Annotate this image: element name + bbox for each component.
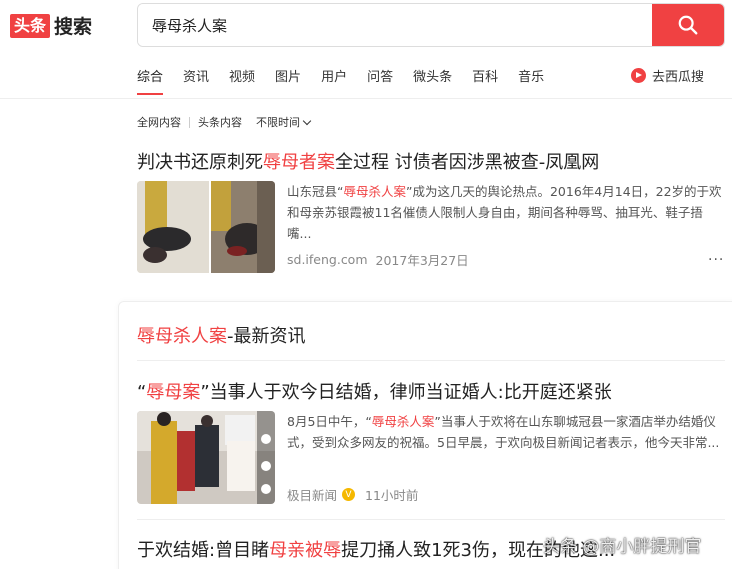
tab-music[interactable]: 音乐 [518,66,544,85]
logo-text: 搜索 [54,16,93,38]
logo[interactable]: 头条 搜索 [10,12,92,39]
result-source-2[interactable]: 极目新闻 [287,485,337,504]
result-title-2[interactable]: “辱母案”当事人于欢今日结婚，律师当证婚人:比开庭还紧张 [137,378,612,404]
xigua-label: 去西瓜搜 [652,69,705,85]
result-snippet-2: 8月5日中午，“辱母杀人案”当事人于欢将在山东聊城冠县一家酒店举办结婚仪式，受到… [287,414,720,450]
filter-time-dropdown[interactable]: 不限时间 [256,114,312,130]
result-thumbnail-2[interactable] [137,411,275,504]
card-divider-2 [137,519,725,520]
result-title-1[interactable]: 判决书还原刺死辱母者案全过程 讨债者因涉黑被查-凤凰网 [137,148,599,174]
tab-images[interactable]: 图片 [275,66,301,85]
tab-news[interactable]: 资讯 [183,66,209,85]
result-date-2: 11小时前 [365,488,419,503]
filter-all-content[interactable]: 全网内容 [137,114,181,130]
filter-bar: 全网内容 头条内容 不限时间 [137,114,312,130]
tab-qa[interactable]: 问答 [367,66,393,85]
watermark: 头条 @商小胖提刑官 [543,537,702,557]
result-source-1: sd.ifeng.com [287,252,368,267]
result-date-1: 2017年3月27日 [375,253,469,268]
tab-users[interactable]: 用户 [321,66,347,85]
result-snippet-1: 山东冠县“辱母杀人案”成为这几天的舆论热点。2016年4月14日，22岁的于欢和… [287,184,722,241]
filter-separator [189,116,190,128]
search-bar [137,3,725,47]
chevron-down-icon [302,116,312,125]
xigua-play-icon [631,67,646,83]
tab-baike[interactable]: 百科 [472,66,498,85]
search-icon [678,15,698,35]
card-divider [137,360,725,361]
news-card-title[interactable]: 辱母杀人案-最新资讯 [137,322,306,348]
tab-bar: 综合 资讯 视频 图片 用户 问答 微头条 百科 音乐 [137,64,564,95]
search-button[interactable] [652,4,724,46]
more-dots-icon[interactable]: ··· [708,252,724,268]
search-input[interactable] [138,4,652,46]
logo-box: 头条 [10,13,51,38]
result-meta-1: sd.ifeng.com 2017年3月27日 [287,250,469,269]
result-thumbnail-1[interactable] [137,181,275,273]
tab-video[interactable]: 视频 [229,66,255,85]
header-divider [0,98,732,99]
xigua-search-link[interactable]: 去西瓜搜 [631,64,704,86]
tab-all[interactable]: 综合 [137,66,164,95]
tab-weitoutiao[interactable]: 微头条 [413,66,452,85]
filter-time-label: 不限时间 [256,116,300,129]
verified-badge-icon: V [342,488,356,501]
filter-toutiao-content[interactable]: 头条内容 [198,114,242,130]
result-meta-2: 极目新闻 V 11小时前 [287,485,418,504]
